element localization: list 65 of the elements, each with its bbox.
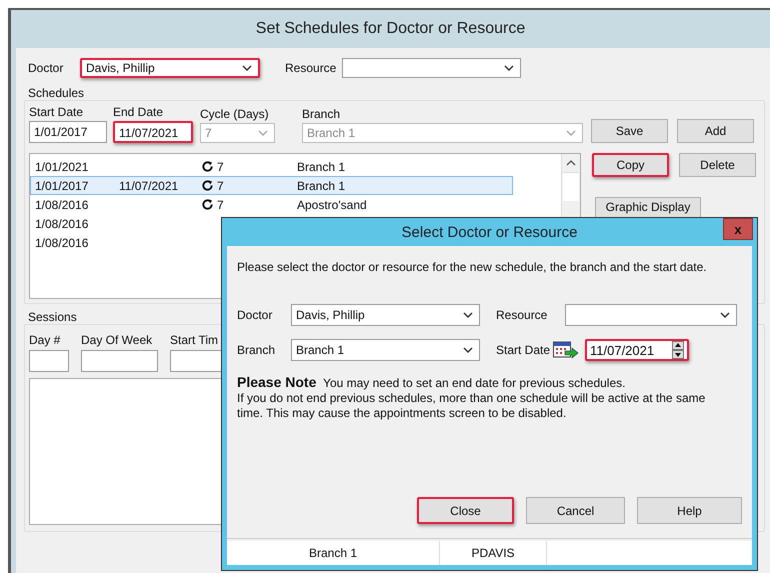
column-label: Day Of Week <box>81 333 154 347</box>
list-row[interactable]: 1/08/2016 7 Apostro'sand <box>30 195 513 214</box>
repeat-icon <box>201 198 214 211</box>
cycle-text: 7 <box>217 198 224 212</box>
status-text: PDAVIS <box>440 541 547 565</box>
field-label: Branch <box>302 107 342 121</box>
group-title: Sessions <box>28 310 77 324</box>
help-button[interactable]: Help <box>637 497 742 524</box>
doctor-dropdown[interactable]: Davis, Phillip <box>80 58 260 78</box>
start-date-text: 1/08/2016 <box>35 198 90 212</box>
start-date-text: 1/01/2021 <box>35 160 90 174</box>
add-button[interactable]: Add <box>677 119 754 143</box>
resource-dropdown[interactable] <box>565 304 737 326</box>
column-label: Day # <box>29 333 62 347</box>
chevron-icon <box>258 130 268 136</box>
field-label: Branch <box>237 343 276 357</box>
cycle-text: 7 <box>217 160 224 174</box>
instruction-text: Please select the doctor or resource for the new schedule, the branch and the start date. <box>237 260 708 274</box>
doctor-dropdown[interactable]: Davis, Phillip <box>291 304 480 326</box>
field-label: Doctor <box>237 308 274 322</box>
start-date-spinner[interactable]: 11/07/2021 <box>585 339 689 361</box>
field-label: Resource <box>496 308 548 322</box>
branch-text: Apostro'sand <box>297 198 367 212</box>
field-label: Resource <box>285 61 338 75</box>
chevron-icon <box>720 312 730 318</box>
status-text: Branch 1 <box>227 541 440 565</box>
column-label: Start Tim <box>170 333 220 347</box>
cancel-button[interactable]: Cancel <box>526 497 625 524</box>
date-field[interactable]: 1/01/2017 <box>29 121 107 143</box>
end-date-text: 11/07/2021 <box>119 178 178 192</box>
group-title: Schedules <box>28 86 84 100</box>
calendar-arrow-icon[interactable] <box>553 341 579 359</box>
start-date-text: 1/01/2017 <box>35 178 90 192</box>
input-field[interactable] <box>29 350 69 372</box>
field-label: Start Date <box>29 105 84 119</box>
date-field[interactable]: 11/07/2021 <box>113 121 193 143</box>
resource-dropdown[interactable] <box>342 58 521 78</box>
scroll-up-icon[interactable] <box>566 160 576 166</box>
close-button[interactable]: x <box>723 218 753 240</box>
field-label: Start Date <box>496 343 552 357</box>
cycle-text: 7 <box>217 178 224 192</box>
repeat-icon <box>201 160 214 173</box>
selected-list-row[interactable]: 1/01/2017 11/07/2021 7 Branch 1 <box>30 176 513 195</box>
input-field[interactable] <box>81 350 158 372</box>
field-label: Cycle (Days) <box>200 107 270 121</box>
close-button[interactable]: Close <box>417 497 514 524</box>
chevron-icon <box>566 130 576 136</box>
copy-button[interactable]: Copy <box>592 153 669 177</box>
branch-dropdown[interactable]: Branch 1 <box>291 339 480 361</box>
repeat-icon <box>201 179 214 192</box>
chevron-icon <box>504 65 514 71</box>
field-label: Doctor <box>28 61 64 75</box>
list-row[interactable]: 1/01/2021 7 Branch 1 <box>30 157 513 176</box>
window-title: Set Schedules for Doctor or Resource <box>254 19 526 39</box>
chevron-icon <box>463 312 473 318</box>
branch-text: Branch 1 <box>297 178 346 192</box>
save-button[interactable]: Save <box>591 119 668 143</box>
chevron-icon <box>242 65 252 71</box>
spin-arrows-icon <box>672 341 684 359</box>
delete-button[interactable]: Delete <box>679 153 756 177</box>
field-label: End Date <box>113 105 164 119</box>
chevron-icon <box>463 347 473 353</box>
note-text: Please Note You may need to set an end date for previous schedules. If you do not end previous schedules, more than one schedule will be active at the same time. This may cause the appointments screen to be disabled. <box>237 375 706 421</box>
branch-text: Branch 1 <box>297 160 346 174</box>
dialog-title: Select Doctor or Resource <box>402 224 578 240</box>
